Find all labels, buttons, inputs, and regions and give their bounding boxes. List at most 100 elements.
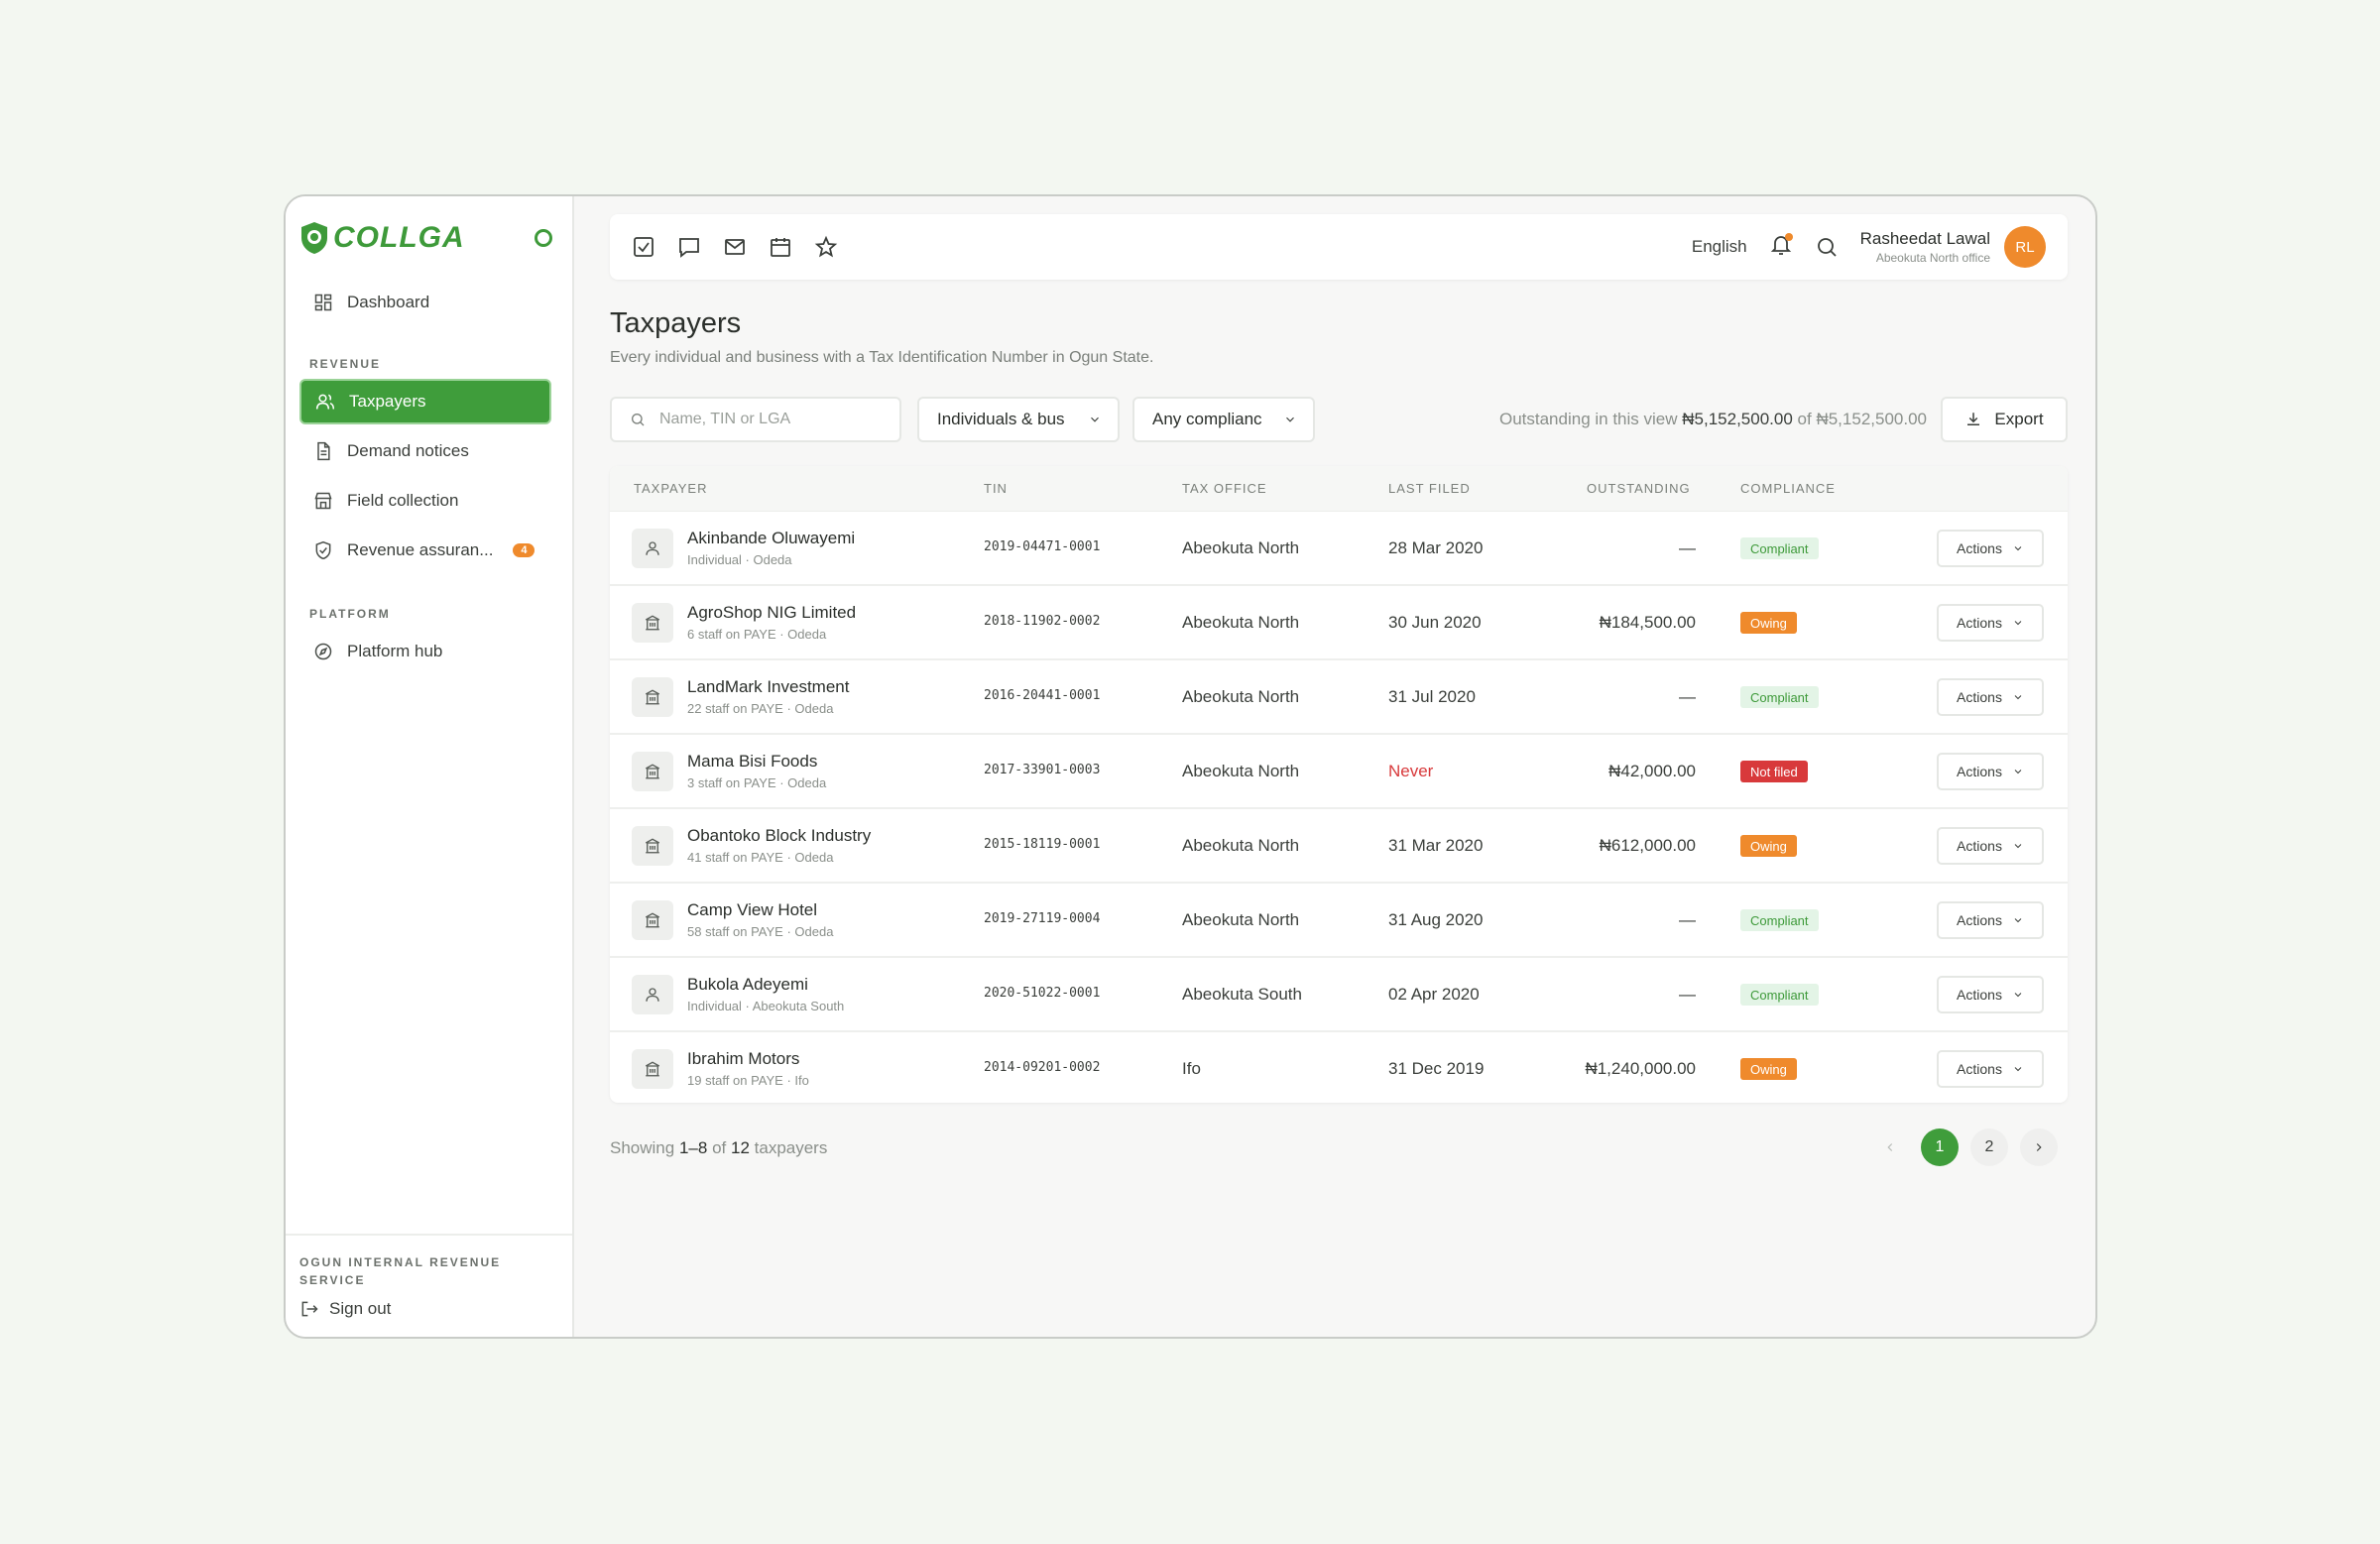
status-badge: Owing	[1740, 1058, 1797, 1080]
taxpayer-name[interactable]: Obantoko Block Industry	[687, 826, 871, 846]
search-icon[interactable]	[1815, 235, 1839, 259]
actions-button[interactable]: Actions	[1937, 827, 2044, 865]
sign-out-link[interactable]: Sign out	[299, 1299, 558, 1319]
taxpayer-name[interactable]: Mama Bisi Foods	[687, 752, 817, 772]
taxpayer-name[interactable]: AgroShop NIG Limited	[687, 603, 856, 623]
notifications-button[interactable]	[1769, 232, 1793, 262]
table-row[interactable]: Bukola Adeyemi Individual · Abeokuta Sout…	[610, 958, 2068, 1032]
column-header[interactable]: LAST FILED	[1388, 481, 1471, 496]
taxpayer-type-select[interactable]: Individuals & bus	[917, 397, 1120, 442]
search-icon	[632, 414, 645, 426]
showing-total: 12	[730, 1138, 750, 1157]
export-button[interactable]: Export	[1941, 397, 2068, 442]
table-row[interactable]: Akinbande Oluwayemi Individual · Odeda 201…	[610, 512, 2068, 586]
tin-value: 2017-33901-0003	[984, 763, 1101, 777]
table-row[interactable]: Mama Bisi Foods 3 staff on PAYE · Odeda 20…	[610, 735, 2068, 809]
taxpayer-name[interactable]: Ibrahim Motors	[687, 1049, 799, 1069]
taxpayer-name[interactable]: Camp View Hotel	[687, 900, 817, 920]
user-info[interactable]: Rasheedat Lawal Abeokuta North office	[1860, 229, 1990, 265]
calendar-icon[interactable]	[769, 235, 792, 259]
dashboard-icon	[314, 294, 332, 311]
taxpayer-name[interactable]: Bukola Adeyemi	[687, 975, 808, 995]
actions-button[interactable]: Actions	[1937, 976, 2044, 1013]
sidebar-item-platform-hub[interactable]: Platform hub	[299, 629, 551, 674]
last-filed: 31 Jul 2020	[1388, 687, 1476, 706]
actions-button[interactable]: Actions	[1937, 753, 2044, 790]
search-input[interactable]	[659, 411, 878, 428]
chevron-down-icon	[2014, 918, 2022, 923]
taxpayer-name[interactable]: Akinbande Oluwayemi	[687, 529, 855, 548]
last-filed: 28 Mar 2020	[1388, 538, 1484, 557]
actions-button[interactable]: Actions	[1937, 604, 2044, 642]
chat-icon[interactable]	[677, 235, 701, 259]
sidebar-item-label: Platform hub	[347, 642, 443, 660]
showing-range: 1–8	[678, 1138, 708, 1157]
tin-value: 2015-18119-0001	[984, 837, 1101, 852]
app-logo[interactable]: COLLGA	[299, 221, 465, 255]
status-badge: Not filed	[1740, 761, 1808, 782]
sidebar-item-revenue-assurance[interactable]: Revenue assuran... 4	[299, 528, 551, 573]
table-row[interactable]: LandMark Investment 22 staff on PAYE · Od…	[610, 660, 2068, 735]
last-filed: 30 Jun 2020	[1388, 613, 1482, 632]
select-value: Individuals & bus	[937, 410, 1065, 428]
outstanding-amount: —	[1679, 985, 1696, 1004]
building-icon	[645, 689, 660, 705]
actions-label: Actions	[1957, 987, 2002, 1003]
taxpayer-name[interactable]: LandMark Investment	[687, 677, 849, 697]
taxpayer-meta: Individual · Abeokuta South	[687, 999, 845, 1013]
checkbox-icon[interactable]	[632, 235, 655, 259]
taxpayer-type-icon	[632, 826, 673, 866]
table-row[interactable]: Ibrahim Motors 19 staff on PAYE · Ifo 2014…	[610, 1032, 2068, 1103]
outstanding-amount: —	[1679, 910, 1696, 929]
avatar[interactable]: RL	[2004, 226, 2046, 268]
search-box	[610, 397, 901, 442]
building-icon	[645, 912, 660, 928]
taxpayers-table: TAXPAYER TIN TAX OFFICE LAST FILED OUTST…	[610, 466, 2068, 1103]
actions-label: Actions	[1957, 689, 2002, 705]
column-header[interactable]: TIN	[984, 481, 1008, 496]
showing-prefix: Showing	[610, 1138, 675, 1157]
compliance-select[interactable]: Any complianc	[1132, 397, 1315, 442]
language-selector[interactable]: English	[1692, 237, 1747, 257]
outstanding-view-amount: ₦5,152,500.00	[1682, 410, 1793, 428]
actions-label: Actions	[1957, 1061, 2002, 1077]
top-right-controls: English Rasheedat Lawal Abeokuta North o…	[1692, 226, 2046, 268]
tax-office: Abeokuta North	[1182, 836, 1300, 855]
logo-row: COLLGA	[299, 218, 552, 258]
column-header[interactable]: COMPLIANCE	[1740, 481, 1836, 496]
sidebar-item-label: Revenue assuran...	[347, 540, 494, 559]
column-header[interactable]: TAXPAYER	[634, 481, 707, 496]
sidebar-item-dashboard[interactable]: Dashboard	[299, 280, 551, 325]
tax-office: Abeokuta South	[1182, 985, 1302, 1004]
next-page-button[interactable]	[2020, 1128, 2058, 1166]
sidebar-item-taxpayers[interactable]: Taxpayers	[299, 379, 551, 424]
star-icon[interactable]	[814, 235, 838, 259]
page-button[interactable]: 1	[1921, 1128, 1959, 1166]
pagination-summary: Showing 1–8 of 12 taxpayers	[610, 1138, 827, 1158]
top-bar: English Rasheedat Lawal Abeokuta North o…	[610, 214, 2068, 280]
table-row[interactable]: AgroShop NIG Limited 6 staff on PAYE · Od…	[610, 586, 2068, 660]
actions-button[interactable]: Actions	[1937, 901, 2044, 939]
building-icon	[645, 764, 660, 779]
chevron-down-icon	[2014, 993, 2022, 998]
prev-page-button[interactable]	[1871, 1128, 1909, 1166]
tax-office: Abeokuta North	[1182, 762, 1300, 780]
mail-icon[interactable]	[723, 235, 747, 259]
status-badge: Owing	[1740, 612, 1797, 634]
person-icon	[646, 988, 659, 1002]
sidebar: COLLGA Dashboard REVENUE Taxpayers Deman…	[286, 196, 574, 1337]
table-row[interactable]: Camp View Hotel 58 staff on PAYE · Odeda 2…	[610, 884, 2068, 958]
column-header[interactable]: TAX OFFICE	[1182, 481, 1267, 496]
column-header[interactable]: OUTSTANDING	[1587, 481, 1691, 496]
sidebar-footer: OGUN INTERNAL REVENUE SERVICE Sign out	[286, 1234, 572, 1337]
table-row[interactable]: Obantoko Block Industry 41 staff on PAYE …	[610, 809, 2068, 884]
actions-button[interactable]: Actions	[1937, 1050, 2044, 1088]
page-button[interactable]: 2	[1970, 1128, 2008, 1166]
sidebar-item-demand-notices[interactable]: Demand notices	[299, 428, 551, 474]
sidebar-item-field-collection[interactable]: Field collection	[299, 478, 551, 524]
tax-office: Abeokuta North	[1182, 538, 1300, 557]
actions-button[interactable]: Actions	[1937, 530, 2044, 567]
actions-button[interactable]: Actions	[1937, 678, 2044, 716]
sidebar-item-label: Dashboard	[347, 293, 430, 311]
outstanding-prefix: Outstanding in this view	[1498, 410, 1678, 428]
